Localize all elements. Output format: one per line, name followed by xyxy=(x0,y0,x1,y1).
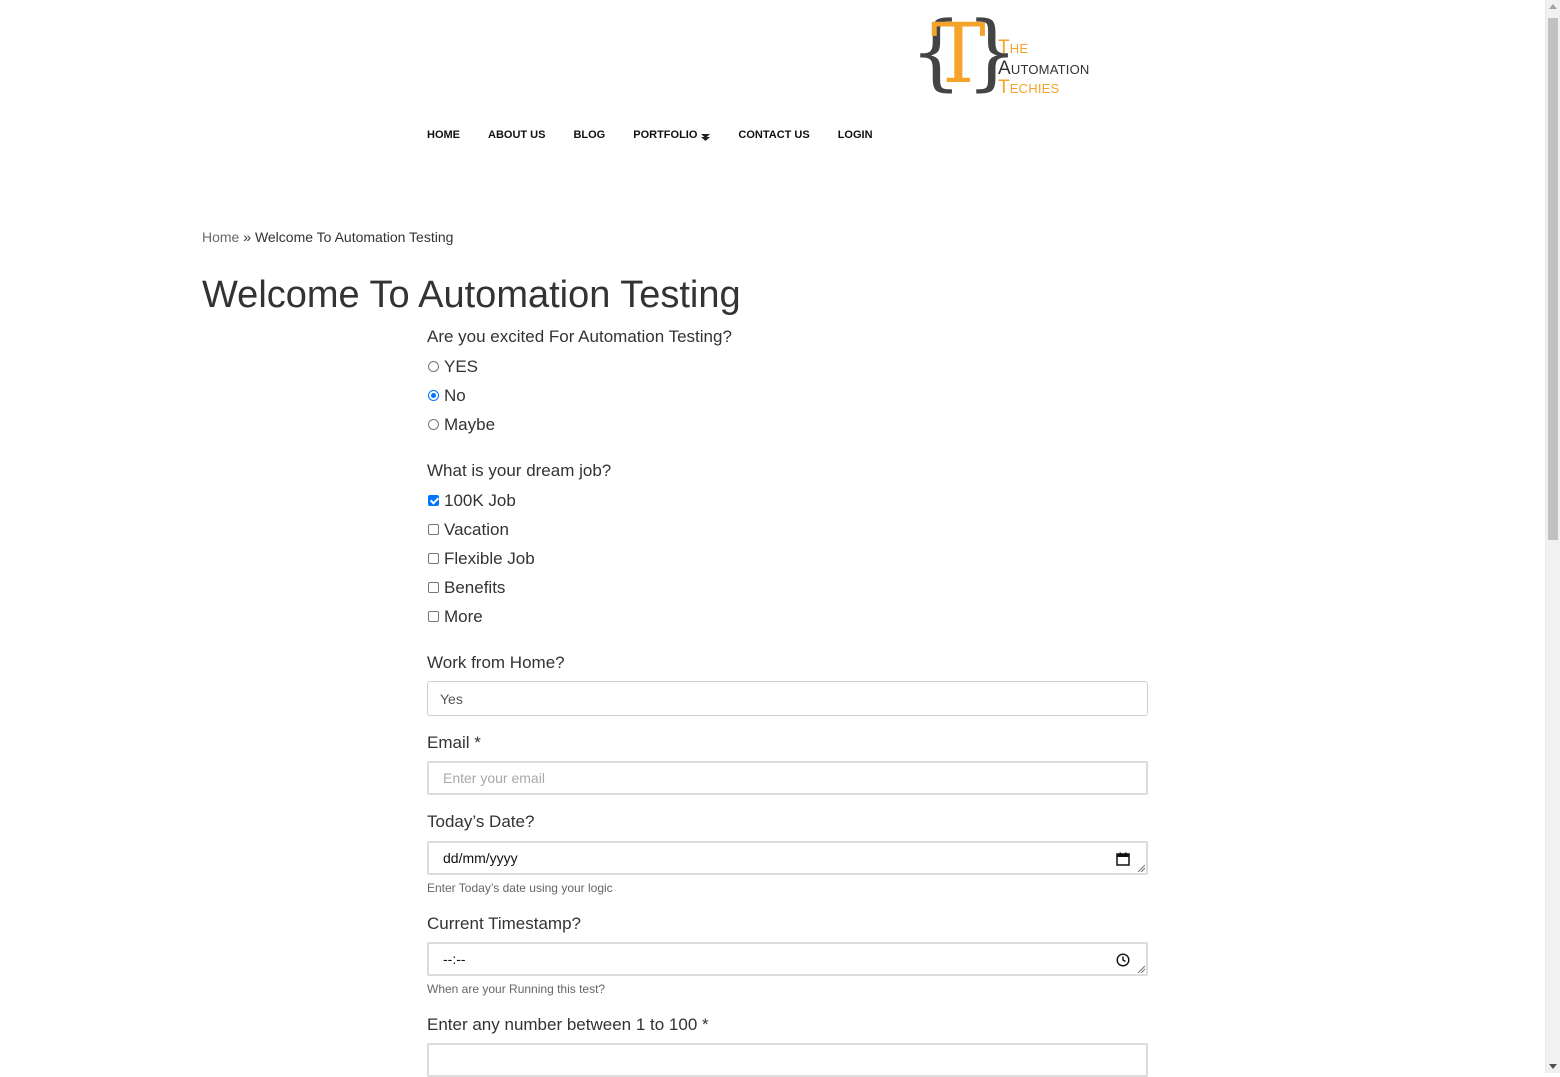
current-timestamp-hint: When are your Running this test? xyxy=(427,982,606,996)
main-nav: HOME ABOUT US BLOG PORTFOLIO CONTACT US … xyxy=(427,129,901,141)
checkbox-benefits-label: Benefits xyxy=(444,577,506,597)
clock-icon[interactable] xyxy=(1116,953,1130,967)
radio-no[interactable] xyxy=(428,390,439,401)
checkbox-option-more[interactable]: More xyxy=(427,602,1148,631)
scroll-down-arrow-icon[interactable] xyxy=(1549,1064,1557,1069)
breadcrumb: Home » Welcome To Automation Testing xyxy=(202,229,453,245)
todays-date-hint: Enter Today’s date using your logic xyxy=(427,881,613,895)
checkbox-100k-job[interactable] xyxy=(428,495,439,506)
email-field[interactable]: Enter your email xyxy=(427,761,1148,795)
email-placeholder: Enter your email xyxy=(443,770,545,786)
current-timestamp-label: Current Timestamp? xyxy=(427,914,581,933)
checkbox-vacation[interactable] xyxy=(428,524,439,535)
checkbox-option-benefits[interactable]: Benefits xyxy=(427,573,1148,602)
scroll-up-arrow-icon[interactable] xyxy=(1549,4,1557,9)
nav-portfolio-label: PORTFOLIO xyxy=(633,129,698,141)
logo-text-line-3: Techies xyxy=(998,77,1060,98)
email-label: Email * xyxy=(427,733,481,752)
timestamp-value: --:-- xyxy=(443,951,466,967)
checkbox-option-flexible-job[interactable]: Flexible Job xyxy=(427,544,1148,573)
nav-blog[interactable]: BLOG xyxy=(573,129,605,141)
dream-job-question-label: What is your dream job? xyxy=(427,461,612,480)
checkbox-more[interactable] xyxy=(428,611,439,622)
checkbox-flexible-job-label: Flexible Job xyxy=(444,548,535,568)
checkbox-more-label: More xyxy=(444,606,483,626)
radio-option-no[interactable]: No xyxy=(427,381,1148,410)
checkbox-flexible-job[interactable] xyxy=(428,553,439,564)
todays-date-input[interactable]: dd/mm/yyyy xyxy=(427,841,1148,875)
todays-date-label: Today’s Date? xyxy=(427,812,535,831)
caret-down-icon xyxy=(701,134,711,141)
nav-login[interactable]: LOGIN xyxy=(838,129,873,141)
checkbox-benefits[interactable] xyxy=(428,582,439,593)
nav-contact-us[interactable]: CONTACT US xyxy=(738,129,809,141)
current-timestamp-input[interactable]: --:-- xyxy=(427,942,1148,976)
breadcrumb-home-link[interactable]: Home xyxy=(202,229,239,245)
radio-maybe-label: Maybe xyxy=(444,414,496,434)
work-from-home-value: Yes xyxy=(440,690,463,707)
work-from-home-label: Work from Home? xyxy=(427,653,565,672)
radio-yes-label: YES xyxy=(444,356,479,376)
resize-handle-icon[interactable] xyxy=(1137,864,1145,872)
automation-form: Are you excited For Automation Testing? … xyxy=(427,327,1148,1077)
calendar-icon[interactable] xyxy=(1116,852,1130,866)
radio-yes[interactable] xyxy=(428,361,439,372)
checkbox-vacation-label: Vacation xyxy=(444,519,509,539)
page-scrollbar[interactable] xyxy=(1545,0,1560,1073)
radio-option-yes[interactable]: YES xyxy=(427,352,1148,381)
nav-portfolio[interactable]: PORTFOLIO xyxy=(633,129,711,141)
checkbox-100k-job-label: 100K Job xyxy=(444,490,516,510)
breadcrumb-current: Welcome To Automation Testing xyxy=(254,229,454,245)
checkbox-option-vacation[interactable]: Vacation xyxy=(427,515,1148,544)
checkbox-option-100k-job[interactable]: 100K Job xyxy=(427,486,1148,515)
work-from-home-input[interactable]: Yes xyxy=(427,681,1148,716)
date-value: dd/mm/yyyy xyxy=(443,850,518,866)
breadcrumb-separator: » xyxy=(243,229,252,245)
radio-maybe[interactable] xyxy=(428,419,439,430)
logo-text-line-1: The xyxy=(998,37,1029,58)
excited-question-label: Are you excited For Automation Testing? xyxy=(427,327,732,346)
nav-about-us[interactable]: ABOUT US xyxy=(488,129,545,141)
number-input[interactable] xyxy=(427,1043,1148,1077)
resize-handle-icon[interactable] xyxy=(1137,965,1145,973)
nav-home[interactable]: HOME xyxy=(427,129,460,141)
radio-no-label: No xyxy=(444,385,466,405)
site-logo[interactable]: { T } The Automation Techies xyxy=(910,12,1112,98)
page-title: Welcome To Automation Testing xyxy=(202,274,741,316)
logo-text-line-2: Automation xyxy=(998,58,1090,79)
radio-option-maybe[interactable]: Maybe xyxy=(427,410,1148,439)
number-label: Enter any number between 1 to 100 * xyxy=(427,1015,709,1034)
scrollbar-thumb[interactable] xyxy=(1548,18,1558,540)
